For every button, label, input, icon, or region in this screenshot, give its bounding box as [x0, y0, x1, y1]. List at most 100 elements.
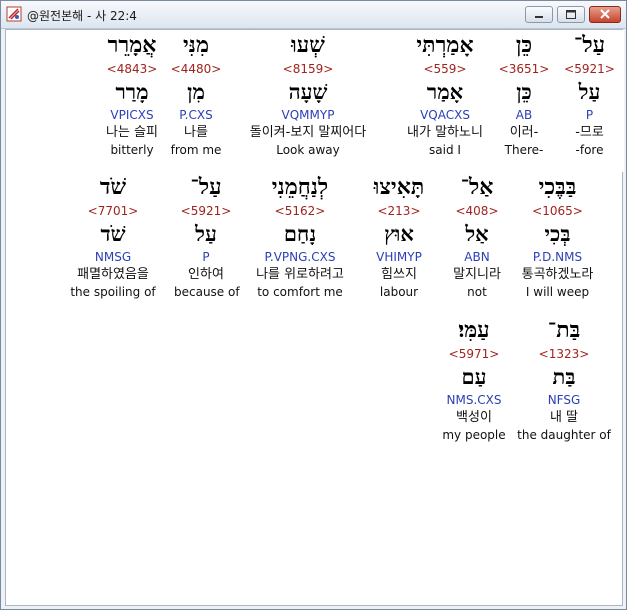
window-title: @원전본해 - 사 22:4: [27, 9, 137, 23]
morph-code: P.D.NMS: [532, 250, 583, 264]
word-block[interactable]: אֲמָרֵר <4843> מָרַר VPICXS 나는 슬피 bitterly: [94, 30, 170, 159]
hebrew-root: עַם: [461, 364, 487, 389]
word-block[interactable]: שְׁעוּ <8159> שָׁעָה VQMMYP 돌이켜-보지 말찌어다 Look …: [230, 30, 386, 159]
korean-gloss: 이러-: [509, 125, 539, 140]
strong-number[interactable]: <5971>: [439, 346, 509, 362]
word-block[interactable]: שֹׁד <7701> שֹׁד NMSG 패멸하였음을 the spoiling of: [58, 172, 168, 301]
hebrew-root: בַּת: [552, 364, 576, 389]
strong-number[interactable]: <8159>: [230, 61, 386, 77]
morph-code: VPICXS: [110, 108, 154, 122]
word-block[interactable]: תָּאִיצוּ <213> אוּץ VHIMYP 힘쓰지 labour: [360, 172, 438, 301]
english-gloss: There-: [504, 143, 544, 157]
word-block[interactable]: אָמַרְתִּי <559> אָמַר VQACXS 내가 말하노니 said I: [394, 30, 496, 159]
english-gloss: from me: [170, 143, 222, 157]
morph-code: NMSG: [94, 250, 132, 264]
word-block[interactable]: עַל־ <5921> עַל P 인하여 because of: [174, 172, 240, 301]
english-gloss: my people: [442, 428, 506, 442]
strong-number[interactable]: <7701>: [58, 203, 168, 219]
close-icon: [600, 9, 610, 19]
hebrew-root: כֵּן: [516, 79, 532, 104]
english-gloss: said I: [429, 143, 461, 157]
strong-number[interactable]: <4480>: [170, 61, 222, 77]
korean-gloss: 나를 위로하려고: [256, 267, 344, 282]
close-button[interactable]: [589, 6, 621, 23]
korean-gloss: 패멸하였음을: [77, 267, 149, 282]
english-gloss: not: [467, 285, 487, 299]
word-block[interactable]: עַל־ <5921> עַל P -므로 -fore: [555, 30, 624, 172]
word-block[interactable]: מִנִּי <4480> מִן P.CXS 나를 from me: [170, 30, 222, 159]
korean-gloss: -므로: [575, 125, 604, 140]
word-block[interactable]: כֵּן <3651> כֵּן AB 이러- There-: [496, 30, 552, 159]
app-window: @원전본해 - 사 22:4 עַל־ <5921> עַל P -므로 -fore כֵּ…: [0, 0, 627, 610]
morph-code: P: [585, 108, 594, 122]
morph-code: NFSG: [547, 393, 581, 407]
hebrew-word: לְנַחֲמֵנִי: [271, 174, 329, 200]
korean-gloss: 통곡하겠노라: [521, 267, 594, 282]
hebrew-root: שֹׁד: [100, 221, 126, 246]
english-gloss: I will weep: [525, 285, 590, 299]
word-block[interactable]: בַּבֶּכִי <1065> בְּכִי P.D.NMS 통곡하겠노라 I will…: [511, 172, 604, 301]
word-block[interactable]: אַל־ <408> אַל ABN 말지니라 not: [445, 172, 509, 301]
title-bar[interactable]: @원전본해 - 사 22:4: [1, 1, 626, 29]
hebrew-word: אָמַרְתִּי: [416, 32, 474, 58]
strong-number[interactable]: <5921>: [174, 203, 238, 219]
korean-gloss: 나를: [184, 125, 208, 140]
hebrew-word: כֵּן: [515, 32, 533, 58]
hebrew-word: תָּאִיצוּ: [373, 174, 425, 200]
maximize-button[interactable]: [557, 6, 585, 23]
interlinear-view[interactable]: עַל־ <5921> עַל P -므로 -fore כֵּן <3651> כֵּן AB 이러…: [5, 29, 624, 606]
strong-number[interactable]: <559>: [394, 61, 496, 77]
maximize-icon: [566, 10, 576, 19]
hebrew-word: עַמִּי׃: [458, 317, 490, 343]
hebrew-root: מִן: [187, 79, 205, 104]
hebrew-word: מִנִּי: [183, 32, 209, 58]
english-gloss: bitterly: [110, 143, 154, 157]
english-gloss: because of: [174, 285, 240, 299]
morph-code: VQMMYP: [281, 108, 335, 122]
hebrew-word: אַל־: [460, 174, 494, 200]
minimize-icon: [535, 16, 543, 18]
word-block[interactable]: לְנַחֲמֵנִי <5162> נָחַם P.VPNG.CXS 나를 위로하려고…: [241, 172, 359, 301]
word-block[interactable]: עַמִּי׃ <5971> עַם NMS.CXS 백성이 my people: [439, 315, 509, 444]
korean-gloss: 돌이켜-보지 말찌어다: [249, 125, 367, 140]
hebrew-root: עַל: [195, 221, 217, 246]
strong-number[interactable]: <5921>: [555, 61, 624, 77]
strong-number[interactable]: <4843>: [94, 61, 170, 77]
korean-gloss: 내가 말하노니: [407, 125, 483, 140]
hebrew-root: בְּכִי: [544, 221, 571, 246]
strong-number[interactable]: <213>: [360, 203, 438, 219]
morph-code: P.VPNG.CXS: [264, 250, 336, 264]
hebrew-root: אוּץ: [384, 221, 414, 246]
hebrew-word: בַּבֶּכִי: [538, 174, 577, 200]
bible-app-icon: [6, 6, 22, 22]
morph-code: ABN: [464, 250, 490, 264]
korean-gloss: 나는 슬피: [106, 125, 158, 140]
hebrew-word: אֲמָרֵר: [107, 32, 157, 58]
korean-gloss: 백성이: [456, 410, 492, 425]
english-gloss: -fore: [575, 143, 604, 157]
morph-code: VQACXS: [420, 108, 470, 122]
english-gloss: to comfort me: [257, 285, 343, 299]
hebrew-word: עַל־: [190, 174, 222, 200]
hebrew-root: נָחַם: [283, 221, 317, 246]
morph-code: AB: [515, 108, 533, 122]
strong-number[interactable]: <1065>: [511, 203, 604, 219]
hebrew-root: שָׁעָה: [288, 79, 328, 104]
word-block[interactable]: בַּת־ <1323> בַּת NFSG 내 딸 the daughter of: [510, 315, 618, 444]
strong-number[interactable]: <5162>: [241, 203, 359, 219]
strong-number[interactable]: <408>: [445, 203, 509, 219]
english-gloss: Look away: [276, 143, 340, 157]
hebrew-word: עַל־: [573, 32, 606, 58]
morph-code: VHIMYP: [376, 250, 422, 264]
english-gloss: the daughter of: [517, 428, 611, 442]
hebrew-root: אַל: [465, 221, 489, 246]
hebrew-root: עַל: [578, 79, 601, 104]
minimize-button[interactable]: [525, 6, 553, 23]
korean-gloss: 말지니라: [453, 267, 501, 282]
english-gloss: the spoiling of: [70, 285, 156, 299]
korean-gloss: 인하여: [188, 267, 224, 282]
strong-number[interactable]: <1323>: [510, 346, 618, 362]
hebrew-root: אָמַר: [426, 79, 464, 104]
english-gloss: labour: [379, 285, 419, 299]
strong-number[interactable]: <3651>: [496, 61, 552, 77]
